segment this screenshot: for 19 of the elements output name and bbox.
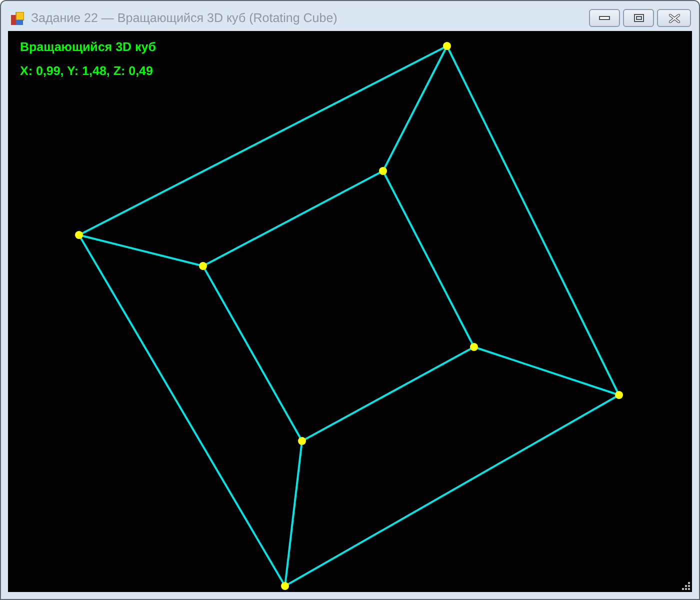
- window-title: Задание 22 — Вращающийся 3D куб (Rotating Cube): [31, 11, 338, 25]
- minimize-icon: [599, 16, 610, 20]
- vertex-dot: [443, 42, 451, 50]
- vertex-dot: [615, 391, 623, 399]
- resize-grip-icon[interactable]: [682, 582, 690, 590]
- cube-heading: Вращающийся 3D куб: [20, 40, 156, 55]
- vertex-dot: [199, 262, 207, 270]
- vertex-dot: [75, 231, 83, 239]
- rotation-readout: X: 0,99, Y: 1,48, Z: 0,49: [20, 64, 153, 79]
- close-button[interactable]: [657, 9, 691, 27]
- maximize-icon: [634, 14, 644, 22]
- vertex-dot: [379, 167, 387, 175]
- vertex-dot: [470, 343, 478, 351]
- app-icon: [11, 12, 24, 24]
- maximize-button[interactable]: [623, 9, 654, 27]
- minimize-button[interactable]: [589, 9, 620, 27]
- close-icon: [668, 14, 680, 22]
- vertex-dot: [281, 582, 289, 590]
- vertex-dot: [298, 437, 306, 445]
